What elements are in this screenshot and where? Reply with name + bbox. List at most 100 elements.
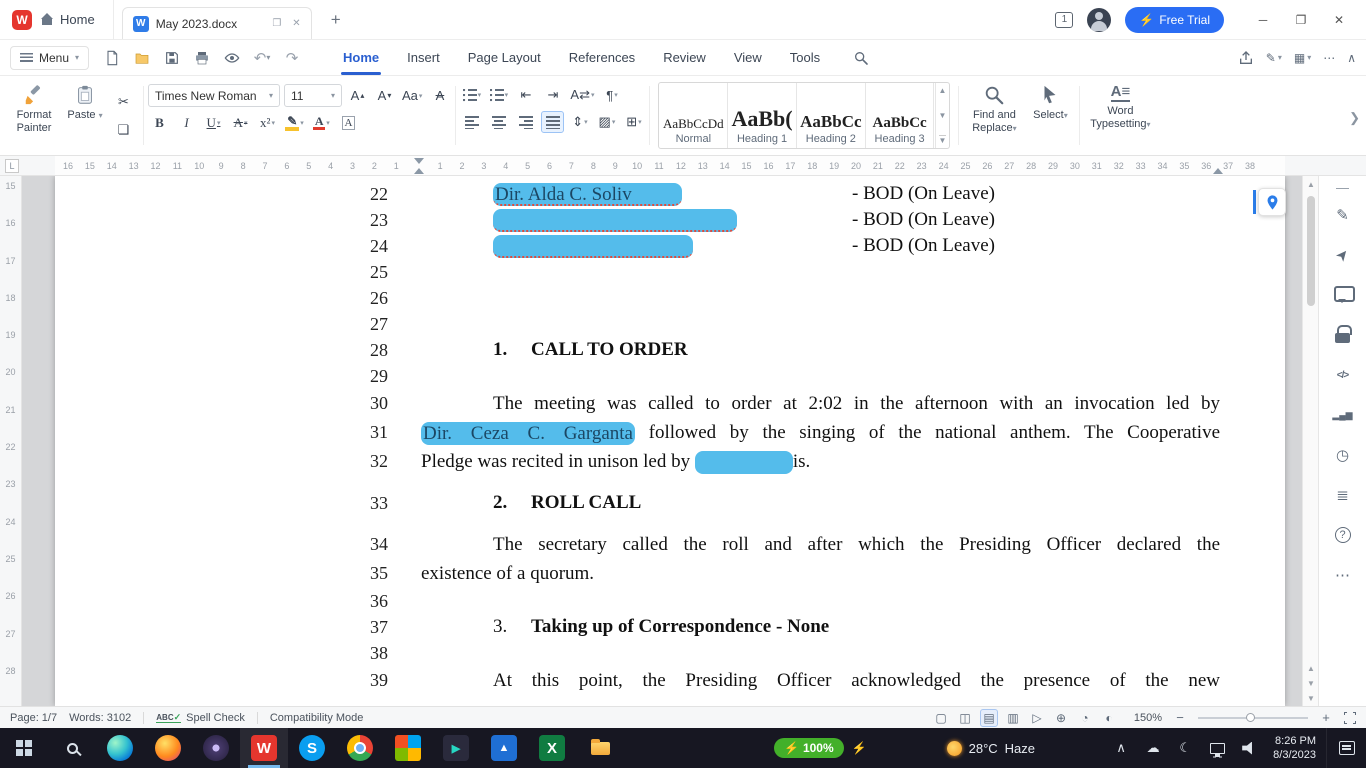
open-file-button[interactable] xyxy=(129,45,155,71)
strikethrough-button[interactable]: A ▾ xyxy=(229,112,252,134)
clear-format-button[interactable]: A xyxy=(428,85,451,107)
zoom-value[interactable]: 150% xyxy=(1128,712,1162,724)
cut-button[interactable]: ✂ xyxy=(112,91,135,113)
spell-check-button[interactable]: ABC✓ Spell Check xyxy=(156,712,245,724)
chrome-taskbar-icon[interactable] xyxy=(336,728,384,768)
underline-button[interactable]: U ▾ xyxy=(202,112,225,134)
maximize-button[interactable]: ❐ xyxy=(1282,0,1320,40)
user-avatar[interactable] xyxy=(1087,7,1112,32)
vertical-scrollbar[interactable]: ▲ ▲ ▼ ▼ xyxy=(1302,176,1318,706)
weather-widget[interactable]: 28°C Haze xyxy=(946,728,1035,768)
word-count[interactable]: Words: 3102 xyxy=(69,712,131,724)
select-button[interactable]: Select▾ xyxy=(1025,80,1075,151)
doc-line-32[interactable]: 32 Pledge was recited in unison led by is… xyxy=(55,447,1285,476)
help-icon[interactable]: ? xyxy=(1331,523,1355,547)
excel-taskbar-icon[interactable]: X xyxy=(528,728,576,768)
doc-line-26[interactable]: 26 xyxy=(55,285,1285,311)
more-icon[interactable]: ⋯ xyxy=(1331,563,1355,587)
page-indicator[interactable]: Page: 1/7 xyxy=(10,712,57,724)
decrease-font-button[interactable]: A ▾ xyxy=(373,85,396,107)
format-painter-button[interactable]: Format Painter xyxy=(6,80,62,151)
share-button[interactable] xyxy=(1238,50,1254,66)
play-presentation-icon[interactable]: ▷ xyxy=(1028,709,1046,727)
zoom-out-button[interactable]: − xyxy=(1172,710,1188,726)
workspace-home-tab[interactable]: W Home xyxy=(0,0,114,40)
doc-line-33[interactable]: 33 2. ROLL CALL xyxy=(55,490,1285,516)
tab-insert[interactable]: Insert xyxy=(395,44,452,71)
numbered-list-button[interactable]: ▾ xyxy=(487,84,510,106)
italic-button[interactable]: I xyxy=(175,112,198,134)
increase-indent-button[interactable]: ⇥ xyxy=(541,84,564,106)
styles-scroll-down-icon[interactable]: ▼ xyxy=(939,111,947,120)
location-pin-button[interactable] xyxy=(1258,188,1286,216)
style-heading-3[interactable]: AaBbCc Heading 3 xyxy=(866,83,935,148)
media-app-taskbar-icon[interactable]: ▶ xyxy=(432,728,480,768)
tab-stop-selector[interactable]: L xyxy=(5,159,19,173)
scroll-down-icon[interactable]: ▼ xyxy=(1303,690,1319,706)
doc-line-39[interactable]: 39 At this point, the Presiding Officer a… xyxy=(55,666,1285,695)
scrollbar-thumb[interactable] xyxy=(1307,196,1315,306)
skype-taskbar-icon[interactable]: S xyxy=(288,728,336,768)
align-right-button[interactable] xyxy=(514,111,537,133)
superscript-button[interactable]: x² ▾ xyxy=(256,112,279,134)
zoom-in-button[interactable]: + xyxy=(1318,710,1334,726)
right-indent-marker[interactable] xyxy=(1213,168,1223,174)
doc-line-28[interactable]: 28 1. CALL TO ORDER xyxy=(55,337,1285,363)
network-icon[interactable] xyxy=(1203,728,1231,768)
shading-button[interactable]: ▨ ▾ xyxy=(595,111,618,133)
redo-button[interactable]: ↷ xyxy=(279,45,305,71)
volume-icon[interactable] xyxy=(1235,728,1263,768)
taskbar-clock[interactable]: 8:26 PM 8/3/2023 xyxy=(1263,728,1326,768)
tab-page-layout[interactable]: Page Layout xyxy=(456,44,553,71)
web-layout-icon[interactable]: ⊕ xyxy=(1052,709,1070,727)
eye-protection-icon[interactable]: ◔ xyxy=(1076,709,1094,727)
file-explorer-taskbar-icon[interactable] xyxy=(576,728,624,768)
source-code-icon[interactable]: </> xyxy=(1331,363,1355,387)
select-cursor-icon[interactable]: ➤ xyxy=(1331,243,1355,267)
document-page[interactable]: 22 Dir. Alda C. Soliv - BOD (On Leave) 23 -… xyxy=(55,176,1285,706)
increase-font-button[interactable]: A ▴ xyxy=(346,85,369,107)
font-name-combo[interactable]: Times New Roman ▾ xyxy=(148,84,280,107)
start-taskbar-icon[interactable] xyxy=(0,728,48,768)
align-center-button[interactable] xyxy=(487,111,510,133)
tab-review[interactable]: Review xyxy=(651,44,718,71)
navigation-pane-icon[interactable]: ≣ xyxy=(1331,483,1355,507)
chart-icon[interactable]: ▂▄▆ xyxy=(1331,403,1355,427)
justify-button[interactable] xyxy=(541,111,565,133)
wps-office-taskbar-icon[interactable]: W xyxy=(240,728,288,768)
office-hub-taskbar-icon[interactable] xyxy=(384,728,432,768)
collapse-sidebar-icon[interactable]: — xyxy=(1336,180,1349,195)
edit-pen-icon[interactable]: ✎ xyxy=(1331,203,1355,227)
line-spacing-button[interactable]: ⇕ ▾ xyxy=(568,111,591,133)
free-trial-button[interactable]: ⚡ Free Trial xyxy=(1125,6,1224,33)
tab-home[interactable]: Home xyxy=(331,44,391,75)
doc-line-36[interactable]: 36 xyxy=(55,588,1285,614)
font-size-combo[interactable]: 11 ▾ xyxy=(284,84,342,107)
night-light-icon[interactable]: ☾ xyxy=(1171,728,1199,768)
lock-icon[interactable] xyxy=(1331,323,1355,347)
doc-line-23[interactable]: 23 - BOD (On Leave) xyxy=(55,207,1285,233)
tab-close-icon[interactable]: ✕ xyxy=(290,16,302,31)
doc-line-27[interactable]: 27 xyxy=(55,311,1285,337)
menu-button[interactable]: Menu ▾ xyxy=(10,45,90,70)
cloud-icon[interactable]: ☁ xyxy=(1139,728,1167,768)
style-heading-2[interactable]: AaBbCc Heading 2 xyxy=(797,83,866,148)
comment-icon[interactable] xyxy=(1331,283,1355,307)
find-replace-button[interactable]: Find and Replace▾ xyxy=(963,80,1025,151)
search-taskbar-icon[interactable] xyxy=(48,728,96,768)
read-layout-icon[interactable]: ▤ xyxy=(980,708,998,727)
tab-tools[interactable]: Tools xyxy=(778,44,832,71)
next-page-icon[interactable]: ▼ xyxy=(1307,679,1315,688)
doc-line-35[interactable]: 35 existence of a quorum. xyxy=(55,559,1285,588)
style-normal[interactable]: AaBbCcDd Normal xyxy=(659,83,729,148)
apps-grid-dropdown[interactable]: ▦ ▾ xyxy=(1294,51,1311,65)
previous-page-icon[interactable]: ▲ xyxy=(1307,664,1315,673)
save-button[interactable] xyxy=(159,45,185,71)
change-case-button[interactable]: Aa ▾ xyxy=(400,85,424,107)
more-toolbar-options[interactable]: ⋯ xyxy=(1323,51,1335,65)
doc-line-31[interactable]: 31 Dir. Ceza C. Garganta followed by the … xyxy=(55,418,1285,447)
word-typesetting-button[interactable]: A≡ Word Typesetting▾ xyxy=(1084,80,1156,151)
zoom-slider[interactable] xyxy=(1198,712,1308,722)
scroll-up-icon[interactable]: ▲ xyxy=(1303,176,1319,192)
document-tab[interactable]: W May 2023.docx ❐ ✕ xyxy=(121,7,312,39)
